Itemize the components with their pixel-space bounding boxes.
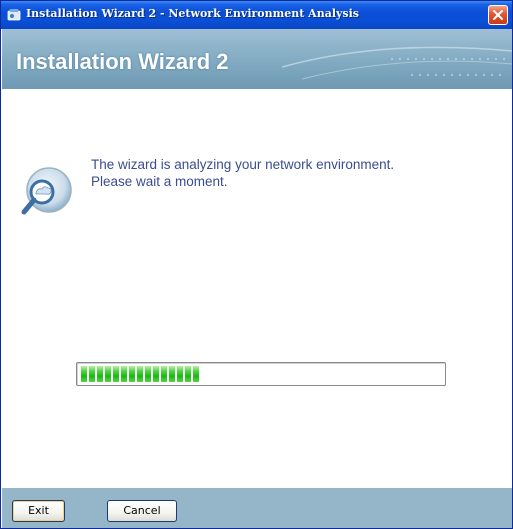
progress-segment [193, 366, 199, 382]
network-analysis-magnifier-icon [16, 166, 76, 221]
cancel-button[interactable]: Cancel [107, 500, 177, 522]
progress-segment [161, 366, 167, 382]
close-icon [493, 10, 503, 20]
progress-segment [105, 366, 111, 382]
message-line-1: The wizard is analyzing your network env… [91, 157, 395, 172]
wizard-window: Installation Wizard 2 - Network Environm… [0, 0, 513, 529]
progress-segment [137, 366, 143, 382]
progress-segment [81, 366, 87, 382]
analysis-message: The wizard is analyzing your network env… [91, 156, 491, 190]
wizard-banner: Installation Wizard 2 [2, 29, 512, 89]
progress-segment [177, 366, 183, 382]
progress-segment [97, 366, 103, 382]
analysis-progress-bar [76, 362, 446, 386]
progress-segment [129, 366, 135, 382]
progress-segment [113, 366, 119, 382]
progress-segment [185, 366, 191, 382]
progress-segment [89, 366, 95, 382]
wizard-footer: Exit Cancel [2, 488, 512, 528]
progress-segment [169, 366, 175, 382]
wizard-heading: Installation Wizard 2 [16, 49, 229, 74]
title-bar[interactable]: Installation Wizard 2 - Network Environm… [1, 1, 512, 29]
wizard-app-icon [7, 8, 21, 22]
close-button[interactable] [488, 5, 508, 25]
message-line-2: Please wait a moment. [91, 174, 228, 189]
progress-segment [121, 366, 127, 382]
progress-segment [145, 366, 151, 382]
banner-decoration [282, 46, 512, 80]
exit-button[interactable]: Exit [12, 500, 65, 522]
progress-segment [153, 366, 159, 382]
window-title: Installation Wizard 2 - Network Environm… [26, 7, 359, 20]
progress-fill [81, 366, 199, 382]
